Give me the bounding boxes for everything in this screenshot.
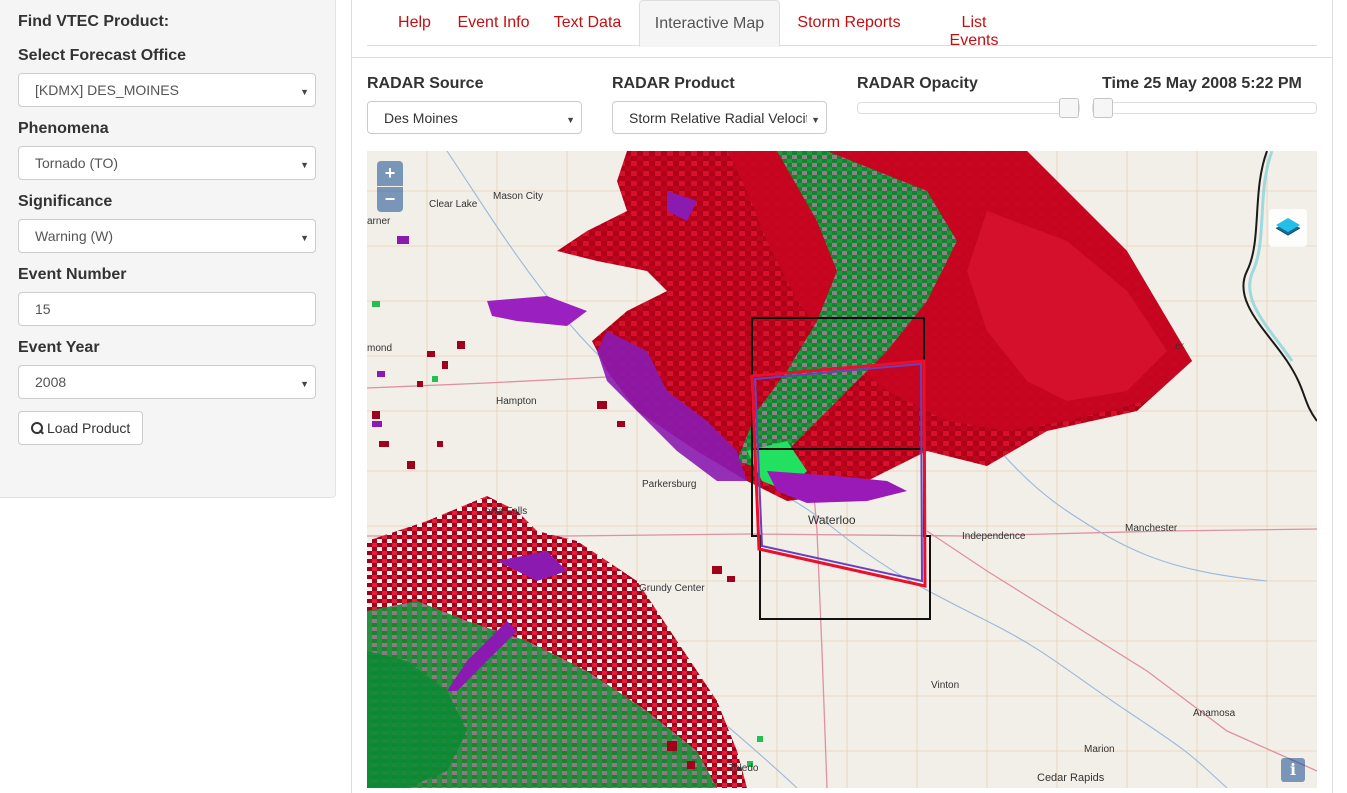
zoom-in-button[interactable]: + [377,161,403,186]
map-canvas[interactable]: Clear Lake Mason City arner mond Hampton… [367,151,1317,788]
zoom-control: + − [377,161,403,213]
chevron-down-icon: ▼ [807,112,820,128]
place-label: Grundy Center [639,583,705,594]
office-select[interactable]: [KDMX] DES_MOINES ▼ [18,73,316,107]
chevron-down-icon: ▼ [300,379,309,389]
place-label: Hampton [496,396,537,407]
time-label: Time 25 May 2008 5:22 PM [1102,75,1302,92]
phenomena-select[interactable]: Tornado (TO) ▼ [18,146,316,180]
place-label: mond [367,343,392,354]
event-number-label: Event Number [18,266,127,283]
tab-text-data[interactable]: Text Data [553,0,622,46]
event-number-input[interactable]: 15 [18,292,316,326]
event-year-label: Event Year [18,339,100,356]
radar-opacity-slider[interactable] [857,98,1080,118]
radar-product-select[interactable]: Storm Relative Radial Velocity ▼ [612,101,827,134]
chevron-down-icon: ▼ [300,233,309,243]
place-label: Mason City [493,191,543,202]
significance-select[interactable]: Warning (W) ▼ [18,219,316,253]
radar-opacity-label: RADAR Opacity [857,75,978,92]
radar-source-value: Des Moines [384,110,458,126]
vtec-search-panel: Find VTEC Product: Select Forecast Offic… [0,0,336,498]
time-slider[interactable] [1092,98,1317,118]
tab-storm-reports[interactable]: Storm Reports [797,0,901,46]
tab-interactive-map[interactable]: Interactive Map [639,0,780,47]
significance-select-value: Warning (W) [35,228,114,244]
event-number-value: 15 [35,301,51,317]
radar-product-label: RADAR Product [612,75,735,92]
place-label: Toledo [729,763,759,774]
content-panel: Help Event Info Text Data Interactive Ma… [351,0,1333,793]
interactive-map-pane: RADAR Source Des Moines ▼ RADAR Product … [352,57,1332,793]
tab-event-info[interactable]: Event Info [449,0,538,46]
place-label: er [1175,341,1185,352]
tab-list-events[interactable]: List Events [935,0,1013,49]
place-label: Cedar Rapids [1037,772,1105,784]
place-label: Parkersburg [642,479,696,490]
radar-product-value: Storm Relative Radial Velocity [629,110,817,126]
phenomena-label: Phenomena [18,120,109,137]
place-label: owa Falls [485,506,527,517]
significance-label: Significance [18,193,113,210]
zoom-out-button[interactable]: − [377,187,403,212]
load-product-label: Load Product [47,420,131,436]
office-label: Select Forecast Office [18,47,187,64]
radar-source-label: RADAR Source [367,75,484,92]
office-select-value: [KDMX] DES_MOINES [35,82,179,98]
search-icon [31,422,43,434]
radar-opacity-handle[interactable] [1059,98,1079,118]
place-label: Independence [962,531,1026,542]
place-label: Anamosa [1193,708,1236,719]
layers-icon [1275,218,1301,236]
place-label: Clear Lake [429,199,478,210]
place-label: Waterloo [808,513,856,527]
event-year-select[interactable]: 2008 ▼ [18,365,316,399]
chevron-down-icon: ▼ [300,160,309,170]
tab-bar: Help Event Info Text Data Interactive Ma… [367,0,1317,49]
panel-title: Find VTEC Product: [18,13,170,30]
chevron-down-icon: ▼ [300,87,309,97]
place-label: arner [367,216,391,227]
place-label: Manchester [1125,523,1178,534]
time-handle[interactable] [1093,98,1113,118]
radar-source-select[interactable]: Des Moines ▼ [367,101,582,134]
attribution-info-button[interactable]: i [1281,758,1305,782]
place-label: Marion [1084,744,1115,755]
event-year-select-value: 2008 [35,374,67,390]
layer-switcher-button[interactable] [1269,209,1307,247]
interactive-map[interactable]: Clear Lake Mason City arner mond Hampton… [367,151,1317,788]
phenomena-select-value: Tornado (TO) [35,155,118,171]
radar-velocity-overlay [367,151,1192,788]
load-product-button[interactable]: Load Product [18,411,144,445]
chevron-down-icon: ▼ [562,112,575,128]
place-label: Vinton [931,680,959,691]
tab-help[interactable]: Help [383,0,446,46]
